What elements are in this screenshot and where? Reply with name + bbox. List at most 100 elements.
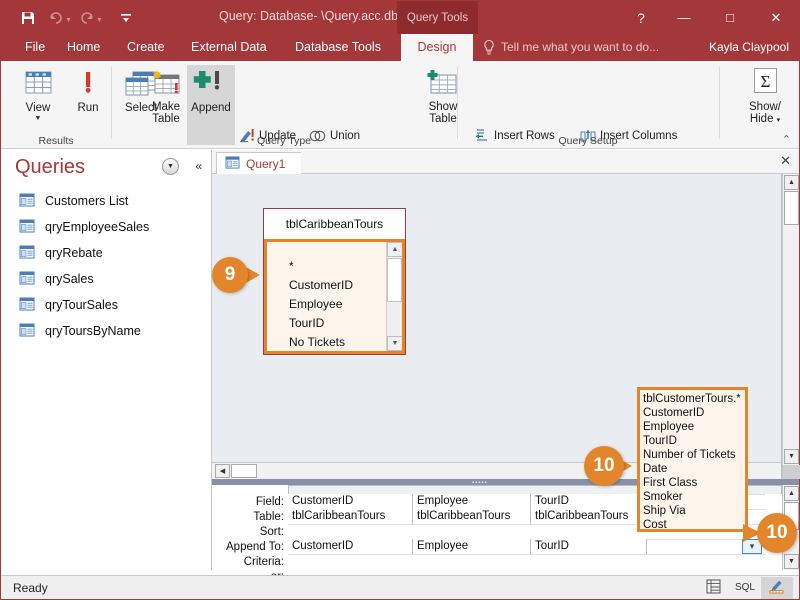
chevron-down-icon: ▾	[749, 541, 755, 551]
title-bar: ▼ ▼ Query: Database- \Query.acc.db… Quer…	[1, 1, 799, 34]
canvas-vertical-scrollbar[interactable]: ▲ ▼	[782, 174, 800, 479]
sidebar-item-qryrebate[interactable]: qryRebate	[1, 240, 212, 266]
qbe-cell-table-3[interactable]: tblCaribbeanTours	[531, 509, 647, 525]
close-icon[interactable]: ✕	[780, 153, 791, 169]
sql-view-icon: SQL	[734, 582, 755, 593]
list-item[interactable]: Smoker	[643, 490, 745, 504]
make-table-button[interactable]: Make Table	[144, 65, 188, 125]
chevron-down-icon[interactable]: ▼	[15, 115, 61, 122]
tab-database-tools[interactable]: Database Tools	[285, 34, 391, 61]
qbe-cell-sort-1[interactable]	[288, 524, 413, 525]
close-button[interactable]: ✕	[753, 1, 799, 34]
scroll-down-icon[interactable]: ▼	[784, 554, 799, 569]
dropdown-options: tblCustomerTours.* CustomerID Employee T…	[640, 390, 745, 529]
qbe-cell-append-to-3[interactable]: TourID	[531, 539, 647, 555]
scrollbar-thumb[interactable]	[784, 191, 799, 225]
list-item[interactable]: No Tickets	[289, 333, 353, 351]
list-item[interactable]: *	[289, 257, 353, 276]
tab-design[interactable]: Design	[401, 34, 473, 61]
sidebar-item-qrytoursbyname[interactable]: qryToursByName	[1, 318, 212, 344]
list-item[interactable]: Ship Via	[643, 504, 745, 518]
list-item[interactable]: Date	[289, 352, 353, 354]
qbe-cell-sort-2[interactable]	[413, 524, 531, 525]
show-table-icon	[419, 65, 467, 99]
tab-query1[interactable]: Query1	[216, 152, 302, 174]
list-item[interactable]: Date	[643, 462, 745, 476]
qbe-cell-table-2[interactable]: tblCaribbeanTours	[413, 509, 531, 525]
list-item[interactable]: CustomerID	[643, 406, 745, 420]
tell-me-search[interactable]: Tell me what you want to do...	[501, 34, 659, 61]
redo-dropdown-icon[interactable]: ▼	[96, 17, 103, 24]
view-button[interactable]: View ▼	[15, 65, 61, 122]
scroll-up-icon[interactable]: ▲	[784, 486, 799, 501]
group-label-query-setup: Query Setup	[558, 135, 618, 147]
qbe-cell-criteria-3[interactable]	[531, 554, 647, 555]
maximize-button[interactable]: □	[707, 1, 753, 34]
list-item[interactable]: CustomerID	[289, 276, 353, 295]
list-item[interactable]: tblCustomerTours.*	[643, 392, 745, 406]
field-list-scrollbar[interactable]: ▲ ▼	[386, 242, 402, 351]
row-label-criteria: Criteria:	[243, 556, 284, 568]
group-label-results: Results	[38, 135, 74, 147]
view-button-label: View	[25, 102, 51, 114]
user-account-label[interactable]: Kayla Claypool	[709, 34, 789, 61]
undo-dropdown-icon[interactable]: ▼	[65, 17, 72, 24]
scroll-down-icon[interactable]: ▼	[784, 449, 799, 464]
tab-external-data[interactable]: External Data	[181, 34, 277, 61]
list-item[interactable]: Employee	[289, 295, 353, 314]
sidebar-item-qrysales[interactable]: qrySales	[1, 266, 212, 292]
collapse-pane-icon[interactable]: «	[195, 159, 202, 173]
qbe-cell-criteria-1[interactable]	[288, 554, 413, 555]
scroll-up-icon[interactable]: ▲	[784, 175, 799, 190]
totals-button[interactable]: Σ Show/Hide ▾	[739, 65, 791, 126]
qbe-cell-field-1[interactable]: CustomerID	[288, 494, 413, 510]
qbe-cell-field-2[interactable]: Employee	[413, 494, 531, 510]
sql-view-button[interactable]: SQL	[729, 577, 761, 599]
customize-qat-icon[interactable]	[113, 6, 139, 30]
status-text: Ready	[13, 580, 48, 595]
append-query-button[interactable]: Append	[187, 65, 235, 145]
minimize-button[interactable]: —	[661, 1, 707, 34]
sidebar-item-qrytoursales[interactable]: qryTourSales	[1, 292, 212, 318]
collapse-ribbon-button[interactable]: ⌃	[782, 133, 791, 146]
scroll-down-icon[interactable]: ▼	[387, 336, 402, 351]
design-view-button[interactable]	[761, 576, 793, 599]
tab-create[interactable]: Create	[117, 34, 175, 61]
append-to-field-dropdown-list[interactable]: tblCustomerTours.* CustomerID Employee T…	[637, 387, 748, 532]
table-box-field-list[interactable]: * CustomerID Employee TourID No Tickets …	[264, 239, 405, 354]
tab-file[interactable]: File	[15, 34, 55, 61]
qbe-cell-table-1[interactable]: tblCaribbeanTours	[288, 509, 413, 525]
list-item[interactable]: TourID	[289, 314, 353, 333]
table-field-list-tblcaribbeantours[interactable]: tblCaribbeanTours * CustomerID Employee …	[263, 208, 406, 355]
list-item[interactable]: Number of Tickets	[643, 448, 745, 462]
svg-text:Σ: Σ	[761, 72, 771, 91]
run-button[interactable]: Run	[65, 65, 111, 114]
field-list: * CustomerID Employee TourID No Tickets …	[267, 254, 353, 354]
sidebar-item-qryemployeesales[interactable]: qryEmployeeSales	[1, 214, 212, 240]
list-item[interactable]: First Class	[643, 476, 745, 490]
list-item[interactable]: Cost	[643, 518, 745, 529]
list-item[interactable]: Employee	[643, 420, 745, 434]
qbe-cell-field-3[interactable]: TourID	[531, 494, 647, 510]
tab-home[interactable]: Home	[57, 34, 110, 61]
scroll-left-icon[interactable]: ◀	[215, 464, 230, 478]
qbe-cell-append-to-2[interactable]: Employee	[413, 539, 531, 555]
scrollbar-thumb[interactable]	[231, 464, 257, 478]
sidebar-item-label: qrySales	[45, 272, 94, 286]
sidebar-item-customers-list[interactable]: Customers List	[1, 188, 212, 214]
navigation-pane: Queries ▼ « Customers List qryEmployeeSa…	[1, 150, 212, 570]
qbe-cell-append-to-1[interactable]: CustomerID	[288, 539, 413, 555]
qbe-cell-criteria-4[interactable]	[647, 554, 765, 555]
qbe-cell-criteria-2[interactable]	[413, 554, 531, 555]
help-button[interactable]: ?	[621, 1, 661, 34]
callout-badge-9: 9	[212, 257, 248, 293]
qbe-cell-sort-3[interactable]	[531, 524, 647, 525]
show-table-button[interactable]: Show Table	[419, 65, 467, 125]
datasheet-view-button[interactable]	[697, 577, 729, 599]
chevron-down-icon[interactable]: ▼	[162, 158, 179, 175]
list-item[interactable]: TourID	[643, 434, 745, 448]
page-title: Queries	[15, 155, 86, 178]
scrollbar-thumb[interactable]	[387, 258, 402, 302]
scroll-up-icon[interactable]: ▲	[387, 242, 402, 257]
save-icon[interactable]	[15, 6, 41, 30]
